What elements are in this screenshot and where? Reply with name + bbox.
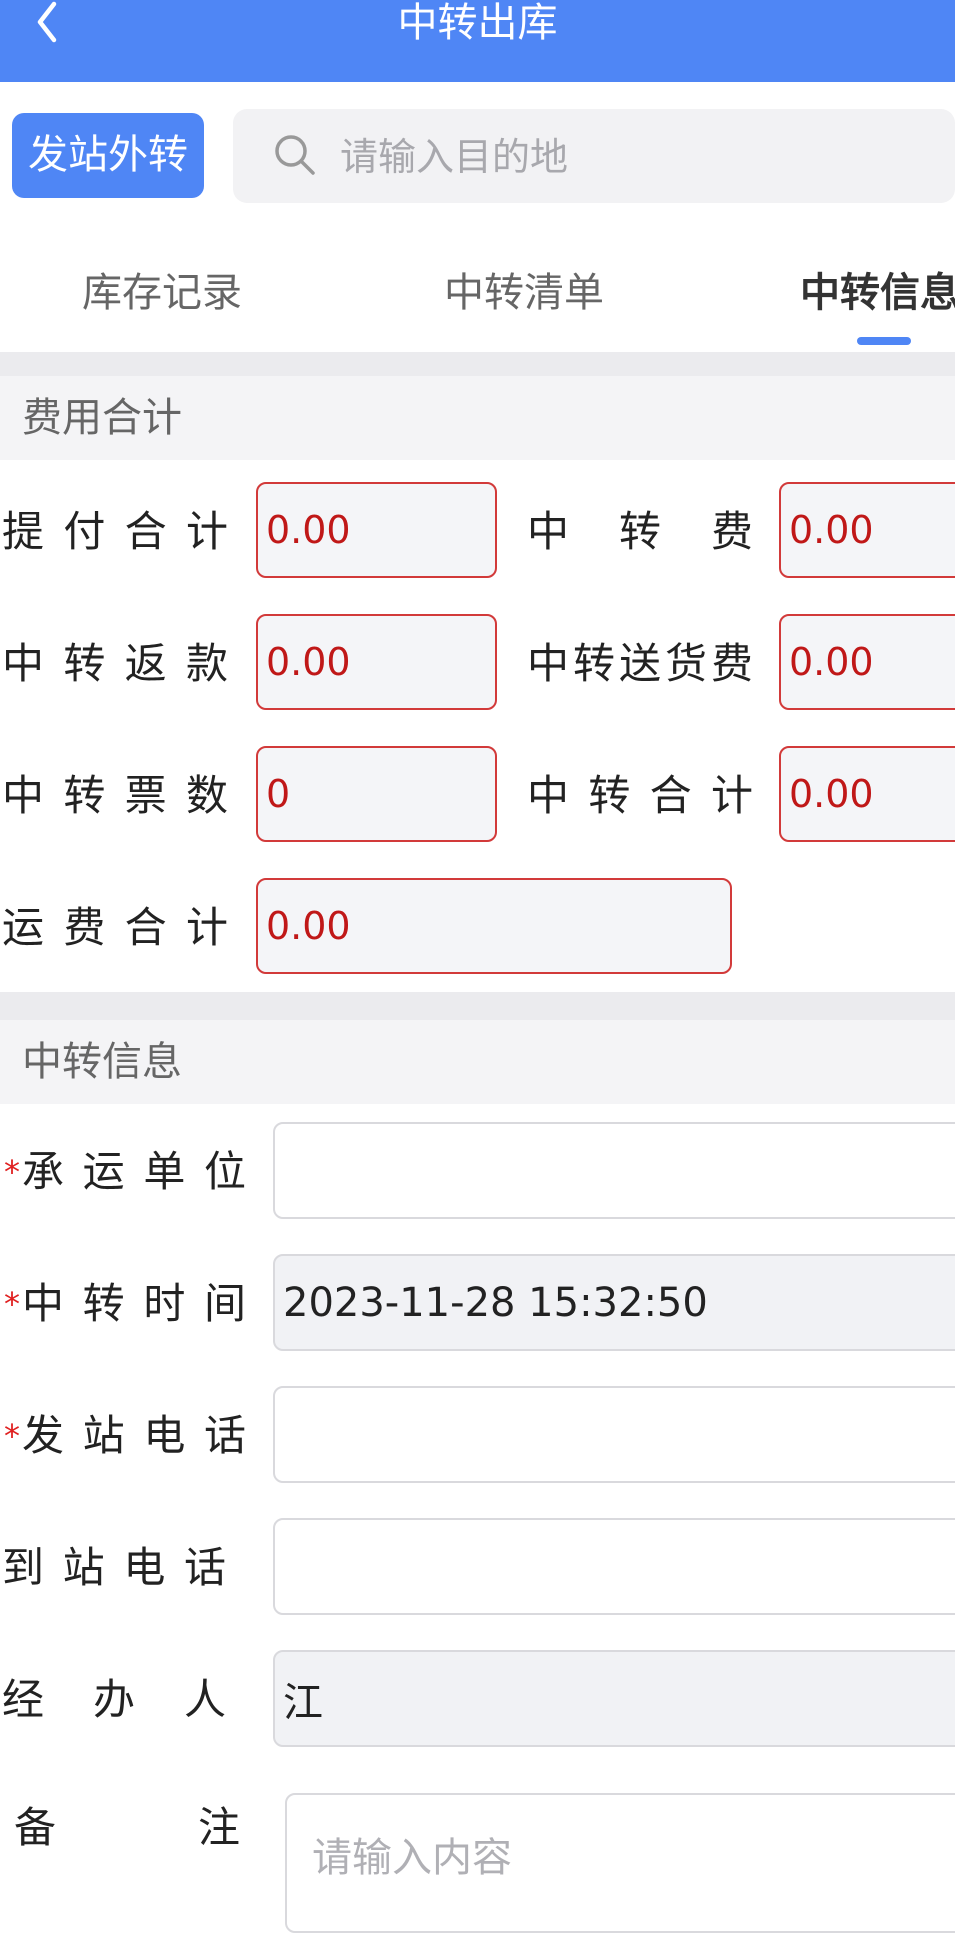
tab-inventory-record[interactable]: 库存记录 — [82, 262, 242, 324]
label-char: 转 — [63, 639, 106, 688]
label-char: 位 — [203, 1147, 246, 1196]
label-char: 付 — [63, 507, 106, 556]
label-char: 货 — [664, 639, 707, 688]
tab-transfer-info[interactable]: 中转信息 — [800, 262, 955, 324]
fee-section-title: 费用合计 — [22, 395, 182, 441]
label-char: 费 — [710, 639, 753, 688]
label-char: 中 — [527, 639, 570, 688]
label-char: 运 — [2, 903, 45, 952]
label-pickup-total: 提付合计 — [2, 502, 228, 562]
carrier-input[interactable] — [273, 1122, 955, 1219]
required-mark: * — [4, 1153, 20, 1191]
header-bar: 中转出库 — [0, 0, 955, 82]
label-char: 计 — [185, 903, 228, 952]
section-divider — [0, 992, 955, 1020]
label-destination-phone: 到站电话 — [2, 1538, 226, 1598]
label-char: 转 — [63, 771, 106, 820]
label-char: 中 — [2, 771, 45, 820]
label-char: 中 — [527, 507, 570, 556]
info-section-title: 中转信息 — [22, 1039, 182, 1085]
transfer-total-input[interactable] — [779, 746, 955, 842]
label-char: 运 — [82, 1147, 125, 1196]
destination-phone-input[interactable] — [273, 1518, 955, 1615]
label-char: 电 — [123, 1543, 166, 1592]
label-transfer-delivery-fee: 中转送货费 — [527, 634, 753, 694]
label-char: 发 — [22, 1411, 65, 1460]
label-char: 提 — [2, 507, 45, 556]
label-remark: 备注 — [14, 1798, 240, 1858]
label-char: 送 — [618, 639, 661, 688]
label-char: 数 — [185, 771, 228, 820]
label-char: 间 — [203, 1279, 246, 1328]
label-char: 电 — [143, 1411, 186, 1460]
label-char: 合 — [649, 771, 692, 820]
transfer-fee-input[interactable] — [779, 482, 955, 578]
search-input[interactable] — [338, 109, 942, 205]
label-transfer-time: 中转时间 — [22, 1274, 246, 1334]
search-bar[interactable] — [233, 109, 955, 205]
label-carrier: 承运单位 — [22, 1142, 246, 1202]
label-char: 计 — [710, 771, 753, 820]
label-char: 转 — [572, 639, 615, 688]
label-handler: 经办人 — [2, 1670, 226, 1730]
label-origin-phone: 发站电话 — [22, 1406, 246, 1466]
freight-total-input[interactable] — [256, 878, 732, 974]
label-char: 备 — [14, 1803, 57, 1852]
label-char: 到 — [2, 1543, 45, 1592]
label-char: 承 — [22, 1147, 65, 1196]
transfer-refund-input[interactable] — [256, 614, 497, 710]
external-transfer-button[interactable]: 发站外转 — [12, 113, 204, 198]
label-transfer-total: 中转合计 — [527, 766, 753, 826]
label-char: 站 — [82, 1411, 125, 1460]
label-char: 中 — [527, 771, 570, 820]
label-freight-total: 运费合计 — [2, 898, 228, 958]
label-char: 话 — [183, 1543, 226, 1592]
transfer-delivery-fee-input[interactable] — [779, 614, 955, 710]
label-char: 中 — [22, 1279, 65, 1328]
label-char: 合 — [124, 507, 167, 556]
label-char: 注 — [197, 1803, 240, 1852]
label-char: 票 — [124, 771, 167, 820]
label-char: 转 — [618, 507, 661, 556]
remark-textarea[interactable] — [285, 1793, 955, 1933]
transfer-ticket-count-input[interactable] — [256, 746, 497, 842]
label-char: 计 — [185, 507, 228, 556]
label-char: 款 — [185, 639, 228, 688]
page-title: 中转出库 — [397, 0, 558, 46]
label-char: 单 — [143, 1147, 186, 1196]
label-char: 办 — [92, 1675, 135, 1724]
tab-transfer-list[interactable]: 中转清单 — [444, 262, 604, 324]
label-transfer-ticket-count: 中转票数 — [2, 766, 228, 826]
fee-section-header: 费用合计 — [0, 376, 955, 460]
required-mark: * — [4, 1417, 20, 1455]
active-tab-indicator — [857, 337, 911, 345]
label-char: 费 — [63, 903, 106, 952]
section-divider — [0, 352, 955, 376]
label-char: 人 — [183, 1675, 226, 1724]
label-char: 站 — [62, 1543, 105, 1592]
origin-phone-input[interactable] — [273, 1386, 955, 1483]
required-mark: * — [4, 1285, 20, 1323]
label-char: 中 — [2, 639, 45, 688]
handler-input[interactable] — [273, 1650, 955, 1747]
label-char: 合 — [124, 903, 167, 952]
label-char: 时 — [143, 1279, 186, 1328]
label-char: 转 — [82, 1279, 125, 1328]
label-char: 费 — [710, 507, 753, 556]
pickup-total-input[interactable] — [256, 482, 497, 578]
search-icon — [275, 135, 315, 175]
label-char: 经 — [2, 1675, 45, 1724]
label-char: 转 — [588, 771, 631, 820]
transfer-time-input[interactable] — [273, 1254, 955, 1351]
info-section-header: 中转信息 — [0, 1020, 955, 1104]
label-char: 返 — [124, 639, 167, 688]
label-transfer-fee: 中转费 — [527, 502, 753, 562]
label-char: 话 — [203, 1411, 246, 1460]
label-transfer-refund: 中转返款 — [2, 634, 228, 694]
